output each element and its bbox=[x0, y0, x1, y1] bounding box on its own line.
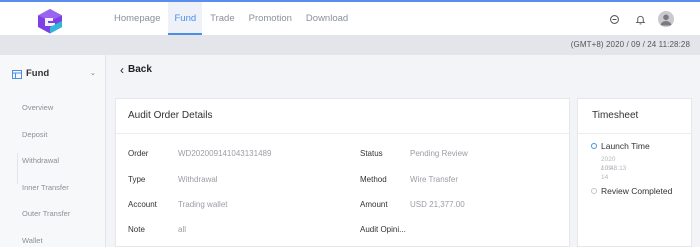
sidebar-item-inner-transfer[interactable]: Inner Transfer bbox=[22, 183, 69, 192]
method-label: Method bbox=[360, 175, 387, 184]
timeline-dot-active bbox=[591, 143, 597, 149]
amount-label: Amount bbox=[360, 200, 388, 209]
nav-trade[interactable]: Trade bbox=[204, 2, 240, 35]
top-icons bbox=[596, 11, 674, 27]
card-title: Audit Order Details bbox=[128, 110, 213, 121]
sidebar-item-deposit[interactable]: Deposit bbox=[22, 130, 47, 139]
sidebar-item-wallet[interactable]: Wallet bbox=[22, 236, 43, 245]
sidebar: Fund ⌄ Overview Deposit Withdrawal Inner… bbox=[0, 55, 106, 247]
wallet-icon bbox=[12, 70, 22, 79]
brand-logo[interactable] bbox=[36, 8, 64, 34]
top-navbar: Homepage Fund Trade Promotion Download bbox=[0, 0, 700, 35]
order-value: WD202009141043131489 bbox=[178, 149, 272, 158]
timesheet-title: Timesheet bbox=[592, 110, 639, 121]
timesheet-card: Timesheet bbox=[577, 98, 692, 247]
nav-download[interactable]: Download bbox=[300, 2, 354, 35]
sidebar-group-fund[interactable]: Fund ⌄ bbox=[0, 55, 106, 93]
amount-value: USD 21,377.00 bbox=[410, 200, 465, 209]
timeline-event-title: Review Completed bbox=[601, 186, 673, 196]
main-nav: Homepage Fund Trade Promotion Download bbox=[108, 2, 356, 35]
timeline-event-time: 10:43:13 bbox=[601, 165, 627, 172]
divider bbox=[116, 133, 569, 134]
audit-opinion-label: Audit Opini... bbox=[360, 225, 406, 234]
order-label: Order bbox=[128, 149, 149, 158]
chevron-down-icon: ⌄ bbox=[90, 70, 96, 77]
account-label: Account bbox=[128, 200, 157, 209]
timeline-dot-inactive bbox=[591, 188, 597, 194]
timeline-event-title: Launch Time bbox=[601, 141, 650, 151]
divider bbox=[578, 133, 691, 134]
sidebar-item-overview[interactable]: Overview bbox=[22, 103, 53, 112]
sidebar-item-outer-transfer[interactable]: Outer Transfer bbox=[22, 209, 70, 218]
audit-order-details-card: Audit Order Details Order WD202009141043… bbox=[115, 98, 570, 247]
settings-icon[interactable] bbox=[606, 11, 622, 27]
back-button[interactable]: ‹ Back bbox=[120, 62, 152, 77]
note-value: all bbox=[178, 225, 187, 234]
type-value: Withdrawal bbox=[178, 175, 218, 184]
note-label: Note bbox=[128, 225, 145, 234]
status-value: Pending Review bbox=[410, 149, 468, 158]
avatar[interactable] bbox=[658, 11, 674, 27]
server-clock: (GMT+8) 2020 / 09 / 24 11:28:28 bbox=[570, 40, 690, 49]
nav-promotion[interactable]: Promotion bbox=[243, 2, 298, 35]
bell-icon[interactable] bbox=[632, 11, 648, 27]
chevron-left-icon: ‹ bbox=[120, 62, 124, 77]
sidebar-item-withdrawal[interactable]: Withdrawal bbox=[22, 156, 59, 165]
account-value: Trading wallet bbox=[178, 200, 228, 209]
timezone-bar: (GMT+8) 2020 / 09 / 24 11:28:28 bbox=[0, 35, 700, 55]
type-label: Type bbox=[128, 175, 146, 184]
method-value: Wire Transfer bbox=[410, 175, 459, 184]
sidebar-group-label: Fund bbox=[26, 68, 50, 79]
nav-homepage[interactable]: Homepage bbox=[108, 2, 166, 35]
nav-fund[interactable]: Fund bbox=[168, 2, 203, 35]
back-label: Back bbox=[128, 64, 152, 75]
timeline-connector bbox=[16, 153, 18, 184]
status-label: Status bbox=[360, 149, 383, 158]
